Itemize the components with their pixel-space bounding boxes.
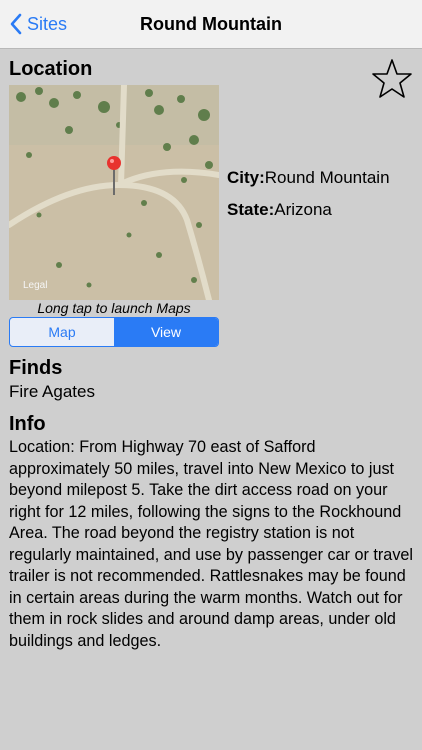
segment-map[interactable]: Map xyxy=(10,318,114,346)
navigation-bar: Sites Round Mountain xyxy=(0,0,422,49)
location-map[interactable]: Legal xyxy=(9,85,219,300)
map-watermark: Legal xyxy=(23,280,47,291)
state-row: State:Arizona xyxy=(227,200,332,220)
city-label: City: xyxy=(227,168,265,187)
finds-value: Fire Agates xyxy=(9,382,95,401)
city-value: Round Mountain xyxy=(264,168,390,187)
page-title: Round Mountain xyxy=(140,14,282,34)
finds-heading: Finds xyxy=(9,357,63,379)
city-row: City:Round Mountain xyxy=(227,168,390,188)
location-heading: Location xyxy=(9,58,93,80)
info-text: Location: From Highway 70 east of Saffor… xyxy=(9,438,414,650)
segment-view[interactable]: View xyxy=(114,318,218,346)
state-label: State: xyxy=(227,200,275,219)
map-caption: Long tap to launch Maps xyxy=(37,300,191,316)
state-value: Arizona xyxy=(274,200,332,219)
map-view-segmented-control[interactable]: Map View xyxy=(9,317,219,347)
favorite-star-icon[interactable] xyxy=(371,58,413,100)
info-heading: Info xyxy=(9,413,46,435)
